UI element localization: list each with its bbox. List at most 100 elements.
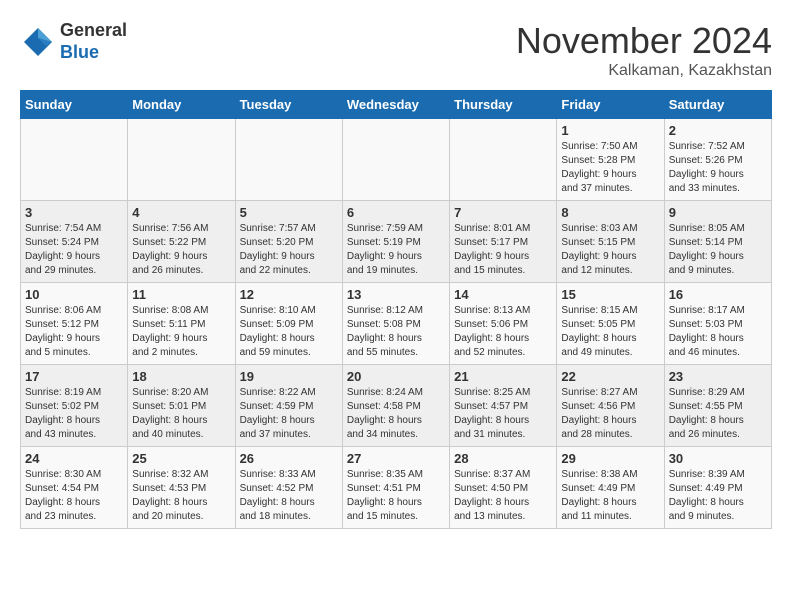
day-info: Sunrise: 7:59 AM Sunset: 5:19 PM Dayligh…: [347, 222, 445, 278]
day-number: 21: [454, 369, 552, 384]
day-info: Sunrise: 8:22 AM Sunset: 4:59 PM Dayligh…: [240, 386, 338, 442]
day-number: 30: [669, 451, 767, 466]
calendar-cell: 29 Sunrise: 8:38 AM Sunset: 4:49 PM Dayli…: [557, 447, 664, 529]
calendar-cell: 16 Sunrise: 8:17 AM Sunset: 5:03 PM Dayli…: [664, 283, 771, 365]
day-number: 16: [669, 287, 767, 302]
day-info: Sunrise: 8:39 AM Sunset: 4:49 PM Dayligh…: [669, 468, 767, 524]
calendar-cell: 1 Sunrise: 7:50 AM Sunset: 5:28 PM Daylig…: [557, 119, 664, 201]
day-number: 10: [25, 287, 123, 302]
day-info: Sunrise: 8:19 AM Sunset: 5:02 PM Dayligh…: [25, 386, 123, 442]
calendar-cell: 18 Sunrise: 8:20 AM Sunset: 5:01 PM Dayli…: [128, 365, 235, 447]
day-number: 29: [561, 451, 659, 466]
day-info: Sunrise: 8:01 AM Sunset: 5:17 PM Dayligh…: [454, 222, 552, 278]
calendar-cell: [450, 119, 557, 201]
page-header: General Blue November 2024 Kalkaman, Kaz…: [20, 20, 772, 80]
calendar-cell: 9 Sunrise: 8:05 AM Sunset: 5:14 PM Daylig…: [664, 201, 771, 283]
day-number: 14: [454, 287, 552, 302]
weekday-header-monday: Monday: [128, 91, 235, 119]
calendar-cell: [235, 119, 342, 201]
day-number: 17: [25, 369, 123, 384]
calendar-cell: 12 Sunrise: 8:10 AM Sunset: 5:09 PM Dayli…: [235, 283, 342, 365]
calendar-cell: 22Sunrise: 8:27 AM Sunset: 4:56 PM Dayli…: [557, 365, 664, 447]
day-number: 5: [240, 205, 338, 220]
calendar-cell: 7 Sunrise: 8:01 AM Sunset: 5:17 PM Daylig…: [450, 201, 557, 283]
calendar-cell: 13Sunrise: 8:12 AM Sunset: 5:08 PM Dayli…: [342, 283, 449, 365]
day-info: Sunrise: 8:20 AM Sunset: 5:01 PM Dayligh…: [132, 386, 230, 442]
day-info: Sunrise: 8:33 AM Sunset: 4:52 PM Dayligh…: [240, 468, 338, 524]
calendar-cell: 3 Sunrise: 7:54 AM Sunset: 5:24 PM Daylig…: [21, 201, 128, 283]
calendar-cell: 5 Sunrise: 7:57 AM Sunset: 5:20 PM Daylig…: [235, 201, 342, 283]
calendar-cell: [128, 119, 235, 201]
day-info: Sunrise: 8:12 AM Sunset: 5:08 PM Dayligh…: [347, 304, 445, 360]
calendar-cell: 4 Sunrise: 7:56 AM Sunset: 5:22 PM Daylig…: [128, 201, 235, 283]
weekday-header-saturday: Saturday: [664, 91, 771, 119]
day-info: Sunrise: 7:56 AM Sunset: 5:22 PM Dayligh…: [132, 222, 230, 278]
day-number: 26: [240, 451, 338, 466]
weekday-header-friday: Friday: [557, 91, 664, 119]
calendar-table: SundayMondayTuesdayWednesdayThursdayFrid…: [20, 90, 772, 529]
weekday-header-thursday: Thursday: [450, 91, 557, 119]
calendar-cell: 30 Sunrise: 8:39 AM Sunset: 4:49 PM Dayli…: [664, 447, 771, 529]
day-info: Sunrise: 8:29 AM Sunset: 4:55 PM Dayligh…: [669, 386, 767, 442]
calendar-cell: 20 Sunrise: 8:24 AM Sunset: 4:58 PM Dayli…: [342, 365, 449, 447]
day-info: Sunrise: 8:13 AM Sunset: 5:06 PM Dayligh…: [454, 304, 552, 360]
day-number: 25: [132, 451, 230, 466]
calendar-cell: 15 Sunrise: 8:15 AM Sunset: 5:05 PM Dayli…: [557, 283, 664, 365]
logo-text: General Blue: [60, 20, 127, 63]
day-number: 7: [454, 205, 552, 220]
day-info: Sunrise: 8:32 AM Sunset: 4:53 PM Dayligh…: [132, 468, 230, 524]
day-number: 22: [561, 369, 659, 384]
day-info: Sunrise: 8:17 AM Sunset: 5:03 PM Dayligh…: [669, 304, 767, 360]
day-info: Sunrise: 7:52 AM Sunset: 5:26 PM Dayligh…: [669, 140, 767, 196]
day-number: 28: [454, 451, 552, 466]
day-number: 6: [347, 205, 445, 220]
day-number: 27: [347, 451, 445, 466]
day-info: Sunrise: 8:03 AM Sunset: 5:15 PM Dayligh…: [561, 222, 659, 278]
day-number: 18: [132, 369, 230, 384]
day-info: Sunrise: 8:05 AM Sunset: 5:14 PM Dayligh…: [669, 222, 767, 278]
day-info: Sunrise: 7:57 AM Sunset: 5:20 PM Dayligh…: [240, 222, 338, 278]
day-info: Sunrise: 8:24 AM Sunset: 4:58 PM Dayligh…: [347, 386, 445, 442]
day-number: 3: [25, 205, 123, 220]
logo: General Blue: [20, 20, 127, 63]
day-number: 2: [669, 123, 767, 138]
day-number: 19: [240, 369, 338, 384]
day-info: Sunrise: 8:10 AM Sunset: 5:09 PM Dayligh…: [240, 304, 338, 360]
location: Kalkaman, Kazakhstan: [516, 62, 772, 80]
day-info: Sunrise: 8:37 AM Sunset: 4:50 PM Dayligh…: [454, 468, 552, 524]
day-number: 4: [132, 205, 230, 220]
day-number: 23: [669, 369, 767, 384]
calendar-cell: 11Sunrise: 8:08 AM Sunset: 5:11 PM Dayli…: [128, 283, 235, 365]
day-info: Sunrise: 7:50 AM Sunset: 5:28 PM Dayligh…: [561, 140, 659, 196]
weekday-header-wednesday: Wednesday: [342, 91, 449, 119]
calendar-cell: 14 Sunrise: 8:13 AM Sunset: 5:06 PM Dayli…: [450, 283, 557, 365]
day-number: 24: [25, 451, 123, 466]
title-block: November 2024 Kalkaman, Kazakhstan: [516, 20, 772, 80]
calendar-cell: 25 Sunrise: 8:32 AM Sunset: 4:53 PM Dayli…: [128, 447, 235, 529]
calendar-cell: 6 Sunrise: 7:59 AM Sunset: 5:19 PM Daylig…: [342, 201, 449, 283]
day-number: 20: [347, 369, 445, 384]
day-info: Sunrise: 8:38 AM Sunset: 4:49 PM Dayligh…: [561, 468, 659, 524]
calendar-cell: 26 Sunrise: 8:33 AM Sunset: 4:52 PM Dayli…: [235, 447, 342, 529]
logo-icon: [20, 24, 56, 60]
calendar-cell: 27 Sunrise: 8:35 AM Sunset: 4:51 PM Dayli…: [342, 447, 449, 529]
day-number: 1: [561, 123, 659, 138]
day-info: Sunrise: 8:15 AM Sunset: 5:05 PM Dayligh…: [561, 304, 659, 360]
calendar-cell: 2 Sunrise: 7:52 AM Sunset: 5:26 PM Daylig…: [664, 119, 771, 201]
day-info: Sunrise: 8:35 AM Sunset: 4:51 PM Dayligh…: [347, 468, 445, 524]
day-number: 12: [240, 287, 338, 302]
day-number: 9: [669, 205, 767, 220]
weekday-header-tuesday: Tuesday: [235, 91, 342, 119]
day-info: Sunrise: 8:30 AM Sunset: 4:54 PM Dayligh…: [25, 468, 123, 524]
calendar-cell: 10Sunrise: 8:06 AM Sunset: 5:12 PM Dayli…: [21, 283, 128, 365]
day-number: 15: [561, 287, 659, 302]
calendar-cell: [342, 119, 449, 201]
day-info: Sunrise: 7:54 AM Sunset: 5:24 PM Dayligh…: [25, 222, 123, 278]
calendar-cell: 8Sunrise: 8:03 AM Sunset: 5:15 PM Daylig…: [557, 201, 664, 283]
weekday-header-sunday: Sunday: [21, 91, 128, 119]
calendar-cell: 17 Sunrise: 8:19 AM Sunset: 5:02 PM Dayli…: [21, 365, 128, 447]
calendar-cell: 19 Sunrise: 8:22 AM Sunset: 4:59 PM Dayli…: [235, 365, 342, 447]
calendar-cell: 21Sunrise: 8:25 AM Sunset: 4:57 PM Dayli…: [450, 365, 557, 447]
calendar-cell: [21, 119, 128, 201]
day-number: 11: [132, 287, 230, 302]
